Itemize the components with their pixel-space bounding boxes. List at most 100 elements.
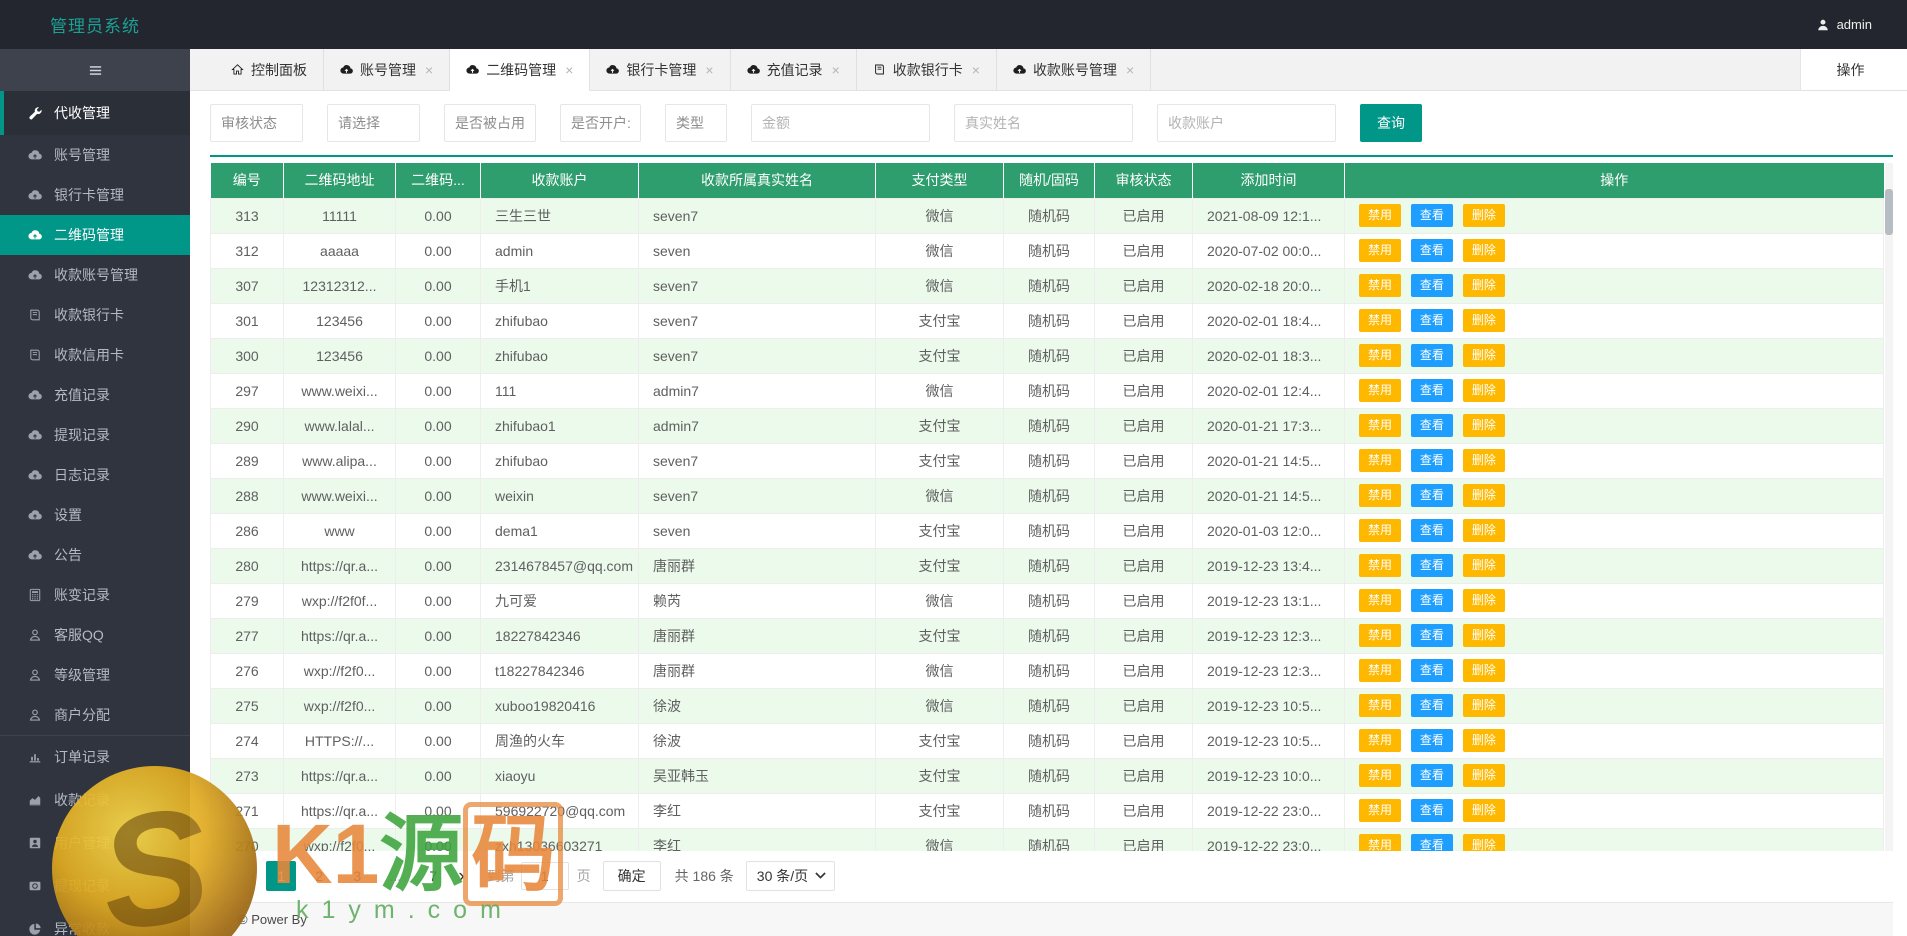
delete-button[interactable]: 删除 [1462, 693, 1505, 718]
goto-page-input[interactable] [520, 862, 569, 890]
page-number[interactable]: 1 [266, 861, 297, 891]
sidebar-item[interactable]: 日志记录 [0, 455, 190, 495]
tab[interactable]: 收款银行卡 × [857, 49, 997, 90]
filter-input[interactable] [1157, 104, 1336, 142]
view-button[interactable]: 查看 [1410, 378, 1453, 403]
delete-button[interactable]: 删除 [1462, 553, 1505, 578]
table-scrollbar-thumb[interactable] [1885, 189, 1893, 235]
sidebar-item[interactable]: 订单记录 [0, 735, 190, 778]
sidebar-item[interactable]: 商户分配 [0, 695, 190, 735]
view-button[interactable]: 查看 [1410, 238, 1453, 263]
close-icon[interactable]: × [1126, 63, 1134, 77]
delete-button[interactable]: 删除 [1462, 623, 1505, 648]
close-icon[interactable]: × [565, 63, 573, 77]
sidebar-item[interactable]: 账变记录 [0, 575, 190, 615]
view-button[interactable]: 查看 [1410, 413, 1453, 438]
view-button[interactable]: 查看 [1410, 483, 1453, 508]
sidebar-item[interactable]: 提现记录 [0, 864, 190, 907]
filter-input[interactable] [954, 104, 1133, 142]
sidebar-item[interactable]: 银行卡管理 [0, 175, 190, 215]
view-button[interactable]: 查看 [1410, 203, 1453, 228]
view-button[interactable]: 查看 [1410, 273, 1453, 298]
close-icon[interactable]: × [972, 63, 980, 77]
tab[interactable]: 控制面板 × [215, 49, 324, 90]
delete-button[interactable]: 删除 [1462, 203, 1505, 228]
disable-button[interactable]: 禁用 [1359, 728, 1402, 753]
disable-button[interactable]: 禁用 [1359, 798, 1402, 823]
delete-button[interactable]: 删除 [1462, 413, 1505, 438]
close-icon[interactable]: × [425, 63, 433, 77]
close-icon[interactable]: × [705, 63, 713, 77]
disable-button[interactable]: 禁用 [1359, 273, 1402, 298]
filter-select[interactable]: 是否开户: [560, 104, 641, 142]
delete-button[interactable]: 删除 [1462, 588, 1505, 613]
disable-button[interactable]: 禁用 [1359, 693, 1402, 718]
disable-button[interactable]: 禁用 [1359, 343, 1402, 368]
disable-button[interactable]: 禁用 [1359, 238, 1402, 263]
sidebar-item[interactable]: 充值记录 [0, 375, 190, 415]
sidebar-toggle[interactable] [0, 49, 190, 91]
sidebar-item[interactable]: 收款信用卡 [0, 335, 190, 375]
filter-input[interactable] [751, 104, 930, 142]
page-size-select[interactable]: 30 条/页 [745, 861, 836, 891]
sidebar-item[interactable]: 账号管理 [0, 135, 190, 175]
sidebar-item[interactable]: 等级管理 [0, 655, 190, 695]
disable-button[interactable]: 禁用 [1359, 483, 1402, 508]
page-number[interactable]: 3 [342, 861, 372, 891]
close-icon[interactable]: × [832, 63, 840, 77]
sidebar-item[interactable]: 客服QQ [0, 615, 190, 655]
view-button[interactable]: 查看 [1410, 308, 1453, 333]
delete-button[interactable]: 删除 [1462, 308, 1505, 333]
filter-select[interactable]: 审核状态 [210, 104, 303, 142]
view-button[interactable]: 查看 [1410, 518, 1453, 543]
view-button[interactable]: 查看 [1410, 343, 1453, 368]
delete-button[interactable]: 删除 [1462, 448, 1505, 473]
tab-actions-dropdown[interactable]: 操作 [1800, 49, 1907, 90]
delete-button[interactable]: 删除 [1462, 658, 1505, 683]
disable-button[interactable]: 禁用 [1359, 448, 1402, 473]
view-button[interactable]: 查看 [1410, 448, 1453, 473]
delete-button[interactable]: 删除 [1462, 378, 1505, 403]
sidebar-item[interactable]: 设置 [0, 495, 190, 535]
tab[interactable]: 收款账号管理 × [997, 49, 1152, 90]
disable-button[interactable]: 禁用 [1359, 308, 1402, 333]
disable-button[interactable]: 禁用 [1359, 203, 1402, 228]
sidebar-item[interactable]: 异常收款 [0, 907, 190, 936]
sidebar-item[interactable]: 用户管理 [0, 821, 190, 864]
delete-button[interactable]: 删除 [1462, 763, 1505, 788]
chevron-right-icon[interactable]: › [452, 867, 470, 886]
tab[interactable]: 银行卡管理 × [590, 49, 731, 90]
view-button[interactable]: 查看 [1410, 833, 1453, 851]
disable-button[interactable]: 禁用 [1359, 518, 1402, 543]
sidebar-item[interactable]: 提现记录 [0, 415, 190, 455]
sidebar-item[interactable]: 收款银行卡 [0, 295, 190, 335]
view-button[interactable]: 查看 [1410, 553, 1453, 578]
delete-button[interactable]: 删除 [1462, 798, 1505, 823]
delete-button[interactable]: 删除 [1462, 238, 1505, 263]
disable-button[interactable]: 禁用 [1359, 623, 1402, 648]
delete-button[interactable]: 删除 [1462, 483, 1505, 508]
delete-button[interactable]: 删除 [1462, 343, 1505, 368]
disable-button[interactable]: 禁用 [1359, 833, 1402, 851]
disable-button[interactable]: 禁用 [1359, 588, 1402, 613]
sidebar-item[interactable]: 收款账号管理 [0, 255, 190, 295]
delete-button[interactable]: 删除 [1462, 518, 1505, 543]
tab[interactable]: 充值记录 × [731, 49, 857, 90]
tab[interactable]: 账号管理 × [324, 49, 451, 90]
delete-button[interactable]: 删除 [1462, 273, 1505, 298]
page-number[interactable]: 7 [418, 861, 448, 891]
view-button[interactable]: 查看 [1410, 693, 1453, 718]
filter-select[interactable]: 类型 [665, 104, 727, 142]
chevron-left-icon[interactable]: ‹ [244, 867, 262, 886]
sidebar-item[interactable]: 二维码管理 [0, 215, 190, 255]
search-button[interactable]: 查询 [1360, 104, 1422, 142]
tab[interactable]: 二维码管理 × [450, 49, 591, 91]
view-button[interactable]: 查看 [1410, 798, 1453, 823]
delete-button[interactable]: 删除 [1462, 833, 1505, 851]
disable-button[interactable]: 禁用 [1359, 763, 1402, 788]
sidebar-item[interactable]: 收款记录 [0, 778, 190, 821]
view-button[interactable]: 查看 [1410, 763, 1453, 788]
disable-button[interactable]: 禁用 [1359, 378, 1402, 403]
page-number[interactable]: 2 [304, 861, 334, 891]
page-number[interactable]: ... [380, 861, 410, 891]
